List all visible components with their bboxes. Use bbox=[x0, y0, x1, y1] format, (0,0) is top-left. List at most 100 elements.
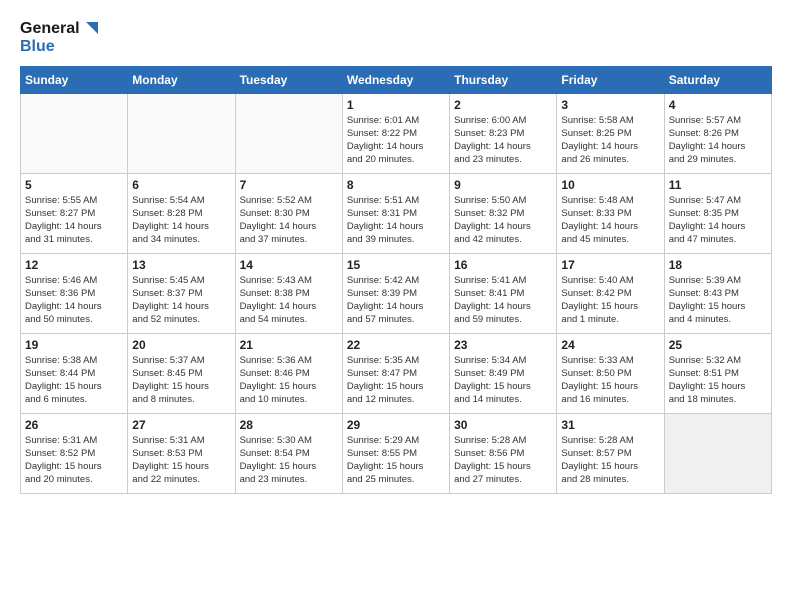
calendar-cell: 20 Sunrise: 5:37 AM Sunset: 8:45 PM Dayli… bbox=[128, 333, 235, 413]
day-info: Sunrise: 6:00 AM Sunset: 8:23 PM Dayligh… bbox=[454, 114, 552, 167]
header-sunday: Sunday bbox=[21, 66, 128, 93]
calendar-cell: 11 Sunrise: 5:47 AM Sunset: 8:35 PM Dayli… bbox=[664, 173, 771, 253]
day-info: Sunrise: 5:50 AM Sunset: 8:32 PM Dayligh… bbox=[454, 194, 552, 247]
day-number: 9 bbox=[454, 178, 552, 192]
day-info: Sunrise: 5:28 AM Sunset: 8:57 PM Dayligh… bbox=[561, 434, 659, 487]
day-number: 22 bbox=[347, 338, 445, 352]
day-info: Sunrise: 5:31 AM Sunset: 8:52 PM Dayligh… bbox=[25, 434, 123, 487]
day-number: 15 bbox=[347, 258, 445, 272]
day-number: 19 bbox=[25, 338, 123, 352]
calendar-week-row: 26 Sunrise: 5:31 AM Sunset: 8:52 PM Dayli… bbox=[21, 413, 772, 493]
calendar-table: SundayMondayTuesdayWednesdayThursdayFrid… bbox=[20, 66, 772, 494]
day-info: Sunrise: 5:40 AM Sunset: 8:42 PM Dayligh… bbox=[561, 274, 659, 327]
header-tuesday: Tuesday bbox=[235, 66, 342, 93]
day-number: 3 bbox=[561, 98, 659, 112]
calendar-cell: 14Sunrise: 5:43 AM Sunset: 8:38 PM Dayli… bbox=[235, 253, 342, 333]
calendar-cell: 15 Sunrise: 5:42 AM Sunset: 8:39 PM Dayli… bbox=[342, 253, 449, 333]
calendar-cell: 5 Sunrise: 5:55 AM Sunset: 8:27 PM Daylig… bbox=[21, 173, 128, 253]
calendar-cell: 30Sunrise: 5:28 AM Sunset: 8:56 PM Dayli… bbox=[450, 413, 557, 493]
day-number: 6 bbox=[132, 178, 230, 192]
day-number: 25 bbox=[669, 338, 767, 352]
calendar-cell: 12 Sunrise: 5:46 AM Sunset: 8:36 PM Dayli… bbox=[21, 253, 128, 333]
calendar-header-row: SundayMondayTuesdayWednesdayThursdayFrid… bbox=[21, 66, 772, 93]
calendar-cell: 4 Sunrise: 5:57 AM Sunset: 8:26 PM Daylig… bbox=[664, 93, 771, 173]
logo-blue: Blue bbox=[20, 38, 100, 56]
calendar-cell bbox=[664, 413, 771, 493]
day-info: Sunrise: 5:58 AM Sunset: 8:25 PM Dayligh… bbox=[561, 114, 659, 167]
day-number: 2 bbox=[454, 98, 552, 112]
calendar-cell: 8 Sunrise: 5:51 AM Sunset: 8:31 PM Daylig… bbox=[342, 173, 449, 253]
page-header: General Blue bbox=[20, 20, 772, 56]
day-info: Sunrise: 5:31 AM Sunset: 8:53 PM Dayligh… bbox=[132, 434, 230, 487]
day-info: Sunrise: 6:01 AM Sunset: 8:22 PM Dayligh… bbox=[347, 114, 445, 167]
day-number: 12 bbox=[25, 258, 123, 272]
calendar-cell: 31Sunrise: 5:28 AM Sunset: 8:57 PM Dayli… bbox=[557, 413, 664, 493]
calendar-cell: 1 Sunrise: 6:01 AM Sunset: 8:22 PM Daylig… bbox=[342, 93, 449, 173]
day-number: 20 bbox=[132, 338, 230, 352]
header-thursday: Thursday bbox=[450, 66, 557, 93]
day-info: Sunrise: 5:32 AM Sunset: 8:51 PM Dayligh… bbox=[669, 354, 767, 407]
calendar-cell: 16 Sunrise: 5:41 AM Sunset: 8:41 PM Dayli… bbox=[450, 253, 557, 333]
day-info: Sunrise: 5:51 AM Sunset: 8:31 PM Dayligh… bbox=[347, 194, 445, 247]
calendar-cell: 28Sunrise: 5:30 AM Sunset: 8:54 PM Dayli… bbox=[235, 413, 342, 493]
calendar-cell: 3 Sunrise: 5:58 AM Sunset: 8:25 PM Daylig… bbox=[557, 93, 664, 173]
calendar-cell: 10Sunrise: 5:48 AM Sunset: 8:33 PM Dayli… bbox=[557, 173, 664, 253]
header-friday: Friday bbox=[557, 66, 664, 93]
day-number: 30 bbox=[454, 418, 552, 432]
day-info: Sunrise: 5:38 AM Sunset: 8:44 PM Dayligh… bbox=[25, 354, 123, 407]
day-info: Sunrise: 5:41 AM Sunset: 8:41 PM Dayligh… bbox=[454, 274, 552, 327]
day-number: 1 bbox=[347, 98, 445, 112]
day-number: 23 bbox=[454, 338, 552, 352]
calendar-cell: 21 Sunrise: 5:36 AM Sunset: 8:46 PM Dayli… bbox=[235, 333, 342, 413]
logo-general: General bbox=[20, 20, 80, 38]
calendar-cell: 27 Sunrise: 5:31 AM Sunset: 8:53 PM Dayli… bbox=[128, 413, 235, 493]
day-info: Sunrise: 5:37 AM Sunset: 8:45 PM Dayligh… bbox=[132, 354, 230, 407]
day-info: Sunrise: 5:34 AM Sunset: 8:49 PM Dayligh… bbox=[454, 354, 552, 407]
calendar-cell: 19 Sunrise: 5:38 AM Sunset: 8:44 PM Dayli… bbox=[21, 333, 128, 413]
calendar-cell: 7Sunrise: 5:52 AM Sunset: 8:30 PM Daylig… bbox=[235, 173, 342, 253]
day-info: Sunrise: 5:57 AM Sunset: 8:26 PM Dayligh… bbox=[669, 114, 767, 167]
calendar-cell: 9 Sunrise: 5:50 AM Sunset: 8:32 PM Daylig… bbox=[450, 173, 557, 253]
calendar-cell: 22 Sunrise: 5:35 AM Sunset: 8:47 PM Dayli… bbox=[342, 333, 449, 413]
day-number: 21 bbox=[240, 338, 338, 352]
calendar-cell: 18Sunrise: 5:39 AM Sunset: 8:43 PM Dayli… bbox=[664, 253, 771, 333]
day-number: 14 bbox=[240, 258, 338, 272]
calendar-cell: 17 Sunrise: 5:40 AM Sunset: 8:42 PM Dayli… bbox=[557, 253, 664, 333]
calendar-week-row: 1 Sunrise: 6:01 AM Sunset: 8:22 PM Daylig… bbox=[21, 93, 772, 173]
day-info: Sunrise: 5:35 AM Sunset: 8:47 PM Dayligh… bbox=[347, 354, 445, 407]
calendar-cell: 25 Sunrise: 5:32 AM Sunset: 8:51 PM Dayli… bbox=[664, 333, 771, 413]
calendar-week-row: 5 Sunrise: 5:55 AM Sunset: 8:27 PM Daylig… bbox=[21, 173, 772, 253]
day-number: 27 bbox=[132, 418, 230, 432]
day-info: Sunrise: 5:29 AM Sunset: 8:55 PM Dayligh… bbox=[347, 434, 445, 487]
day-number: 17 bbox=[561, 258, 659, 272]
calendar-cell bbox=[21, 93, 128, 173]
day-number: 5 bbox=[25, 178, 123, 192]
logo-text: General Blue bbox=[20, 20, 100, 56]
day-number: 7 bbox=[240, 178, 338, 192]
day-number: 26 bbox=[25, 418, 123, 432]
calendar-cell: 23 Sunrise: 5:34 AM Sunset: 8:49 PM Dayli… bbox=[450, 333, 557, 413]
calendar-cell bbox=[128, 93, 235, 173]
day-info: Sunrise: 5:48 AM Sunset: 8:33 PM Dayligh… bbox=[561, 194, 659, 247]
calendar-week-row: 12 Sunrise: 5:46 AM Sunset: 8:36 PM Dayli… bbox=[21, 253, 772, 333]
logo: General Blue bbox=[20, 20, 100, 56]
day-info: Sunrise: 5:47 AM Sunset: 8:35 PM Dayligh… bbox=[669, 194, 767, 247]
day-number: 8 bbox=[347, 178, 445, 192]
day-info: Sunrise: 5:54 AM Sunset: 8:28 PM Dayligh… bbox=[132, 194, 230, 247]
day-number: 16 bbox=[454, 258, 552, 272]
day-info: Sunrise: 5:39 AM Sunset: 8:43 PM Dayligh… bbox=[669, 274, 767, 327]
calendar-cell: 13Sunrise: 5:45 AM Sunset: 8:37 PM Dayli… bbox=[128, 253, 235, 333]
day-number: 28 bbox=[240, 418, 338, 432]
day-number: 13 bbox=[132, 258, 230, 272]
day-number: 11 bbox=[669, 178, 767, 192]
day-info: Sunrise: 5:36 AM Sunset: 8:46 PM Dayligh… bbox=[240, 354, 338, 407]
day-number: 29 bbox=[347, 418, 445, 432]
day-number: 4 bbox=[669, 98, 767, 112]
calendar-cell: 29 Sunrise: 5:29 AM Sunset: 8:55 PM Dayli… bbox=[342, 413, 449, 493]
day-info: Sunrise: 5:55 AM Sunset: 8:27 PM Dayligh… bbox=[25, 194, 123, 247]
calendar-cell: 2 Sunrise: 6:00 AM Sunset: 8:23 PM Daylig… bbox=[450, 93, 557, 173]
day-info: Sunrise: 5:46 AM Sunset: 8:36 PM Dayligh… bbox=[25, 274, 123, 327]
calendar-cell bbox=[235, 93, 342, 173]
day-info: Sunrise: 5:42 AM Sunset: 8:39 PM Dayligh… bbox=[347, 274, 445, 327]
day-info: Sunrise: 5:33 AM Sunset: 8:50 PM Dayligh… bbox=[561, 354, 659, 407]
